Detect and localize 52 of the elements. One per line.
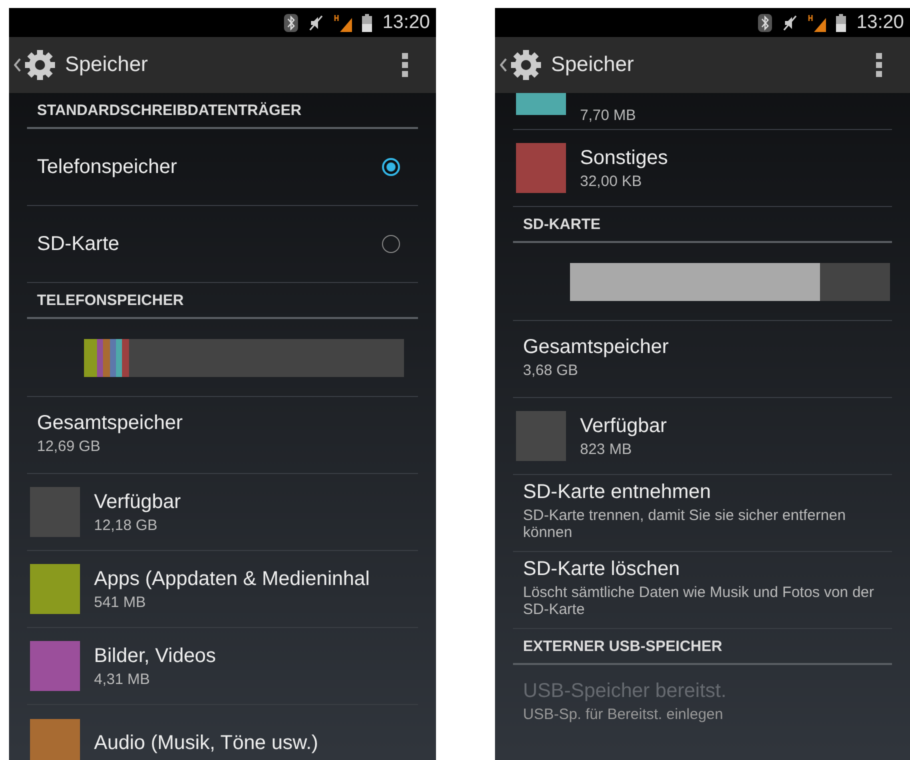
battery-icon	[362, 14, 372, 32]
item-title: Verfügbar	[94, 490, 181, 514]
radio-option[interactable]: SD-Karte	[27, 206, 418, 283]
settings-icon	[23, 48, 57, 82]
section-header: SD-KARTE	[513, 207, 892, 243]
overflow-menu-icon[interactable]	[876, 53, 882, 77]
item-title: Gesamtspeicher	[37, 412, 184, 434]
radio-button[interactable]	[382, 158, 400, 176]
item-summary: 3,68 GB	[523, 362, 580, 378]
settings-item[interactable]: SD-Karte entnehmen SD-Karte trennen, damit Sie sie sicher entfernen können	[513, 475, 892, 552]
radio-option[interactable]: Telefonspeicher	[27, 129, 418, 206]
bluetooth-icon	[758, 14, 772, 32]
screen-title: Speicher	[65, 53, 149, 77]
item-size: 12,18 GB	[94, 516, 158, 534]
item-size: 823 MB	[580, 440, 633, 458]
settings-item[interactable]: Gesamtspeicher 12,69 GB	[27, 397, 418, 474]
item-title: USB-Speicher bereitst.	[523, 680, 728, 703]
item-title: SD-Karte löschen	[523, 558, 681, 581]
item-summary: Löscht sämtliche Daten wie Musik und Fotos von der SD-Karte	[523, 584, 875, 618]
item-summary: USB-Sp. für Bereitst. einlegen	[523, 706, 724, 723]
mute-icon	[782, 14, 798, 32]
item-size: 541 MB	[94, 594, 147, 610]
clock-time: 13:20	[856, 12, 904, 34]
item-title: SD-Karte entnehmen	[523, 481, 712, 504]
screen-title: Speicher	[551, 53, 635, 77]
mute-icon	[308, 14, 324, 32]
item-size: 7,70 MB	[580, 107, 636, 124]
item-title: Sonstiges	[580, 146, 668, 170]
section-header: TELEFONSPEICHER	[27, 283, 418, 319]
item-title: Audio (Musik, Töne usw.)	[94, 732, 318, 755]
signal-icon	[808, 14, 826, 32]
radio-button[interactable]	[382, 235, 400, 253]
settings-item[interactable]: SD-Karte löschen Löscht sämtliche Daten wie Musik und Fotos von der SD-Karte	[513, 552, 892, 629]
back-caret-icon[interactable]	[500, 58, 507, 72]
back-caret-icon[interactable]	[14, 58, 21, 72]
item-title: Bilder, Videos	[94, 644, 216, 668]
item-size: 4,31 MB	[94, 670, 151, 688]
section-header: STANDARDSCHREIBDATENTRÄGER	[27, 93, 418, 129]
settings-item[interactable]: Gesamtspeicher 3,68 GB	[513, 321, 892, 398]
item-size: 32,00 KB	[580, 172, 643, 190]
section-header: EXTERNER USB-SPEICHER	[513, 629, 892, 665]
overflow-menu-icon[interactable]	[402, 53, 408, 77]
settings-icon	[509, 48, 543, 82]
item-title: Gesamtspeicher	[523, 336, 670, 358]
battery-icon	[836, 14, 846, 32]
item-summary: SD-Karte trennen, damit Sie sie sicher entfernen können	[523, 507, 847, 541]
item-title: Verfügbar	[580, 414, 667, 438]
signal-icon	[334, 14, 352, 32]
clock-time: 13:20	[382, 12, 430, 34]
item-summary: 12,69 GB	[37, 438, 102, 454]
item-title: Apps (Appdaten & Medieninhal	[94, 568, 370, 590]
bluetooth-icon	[284, 14, 298, 32]
